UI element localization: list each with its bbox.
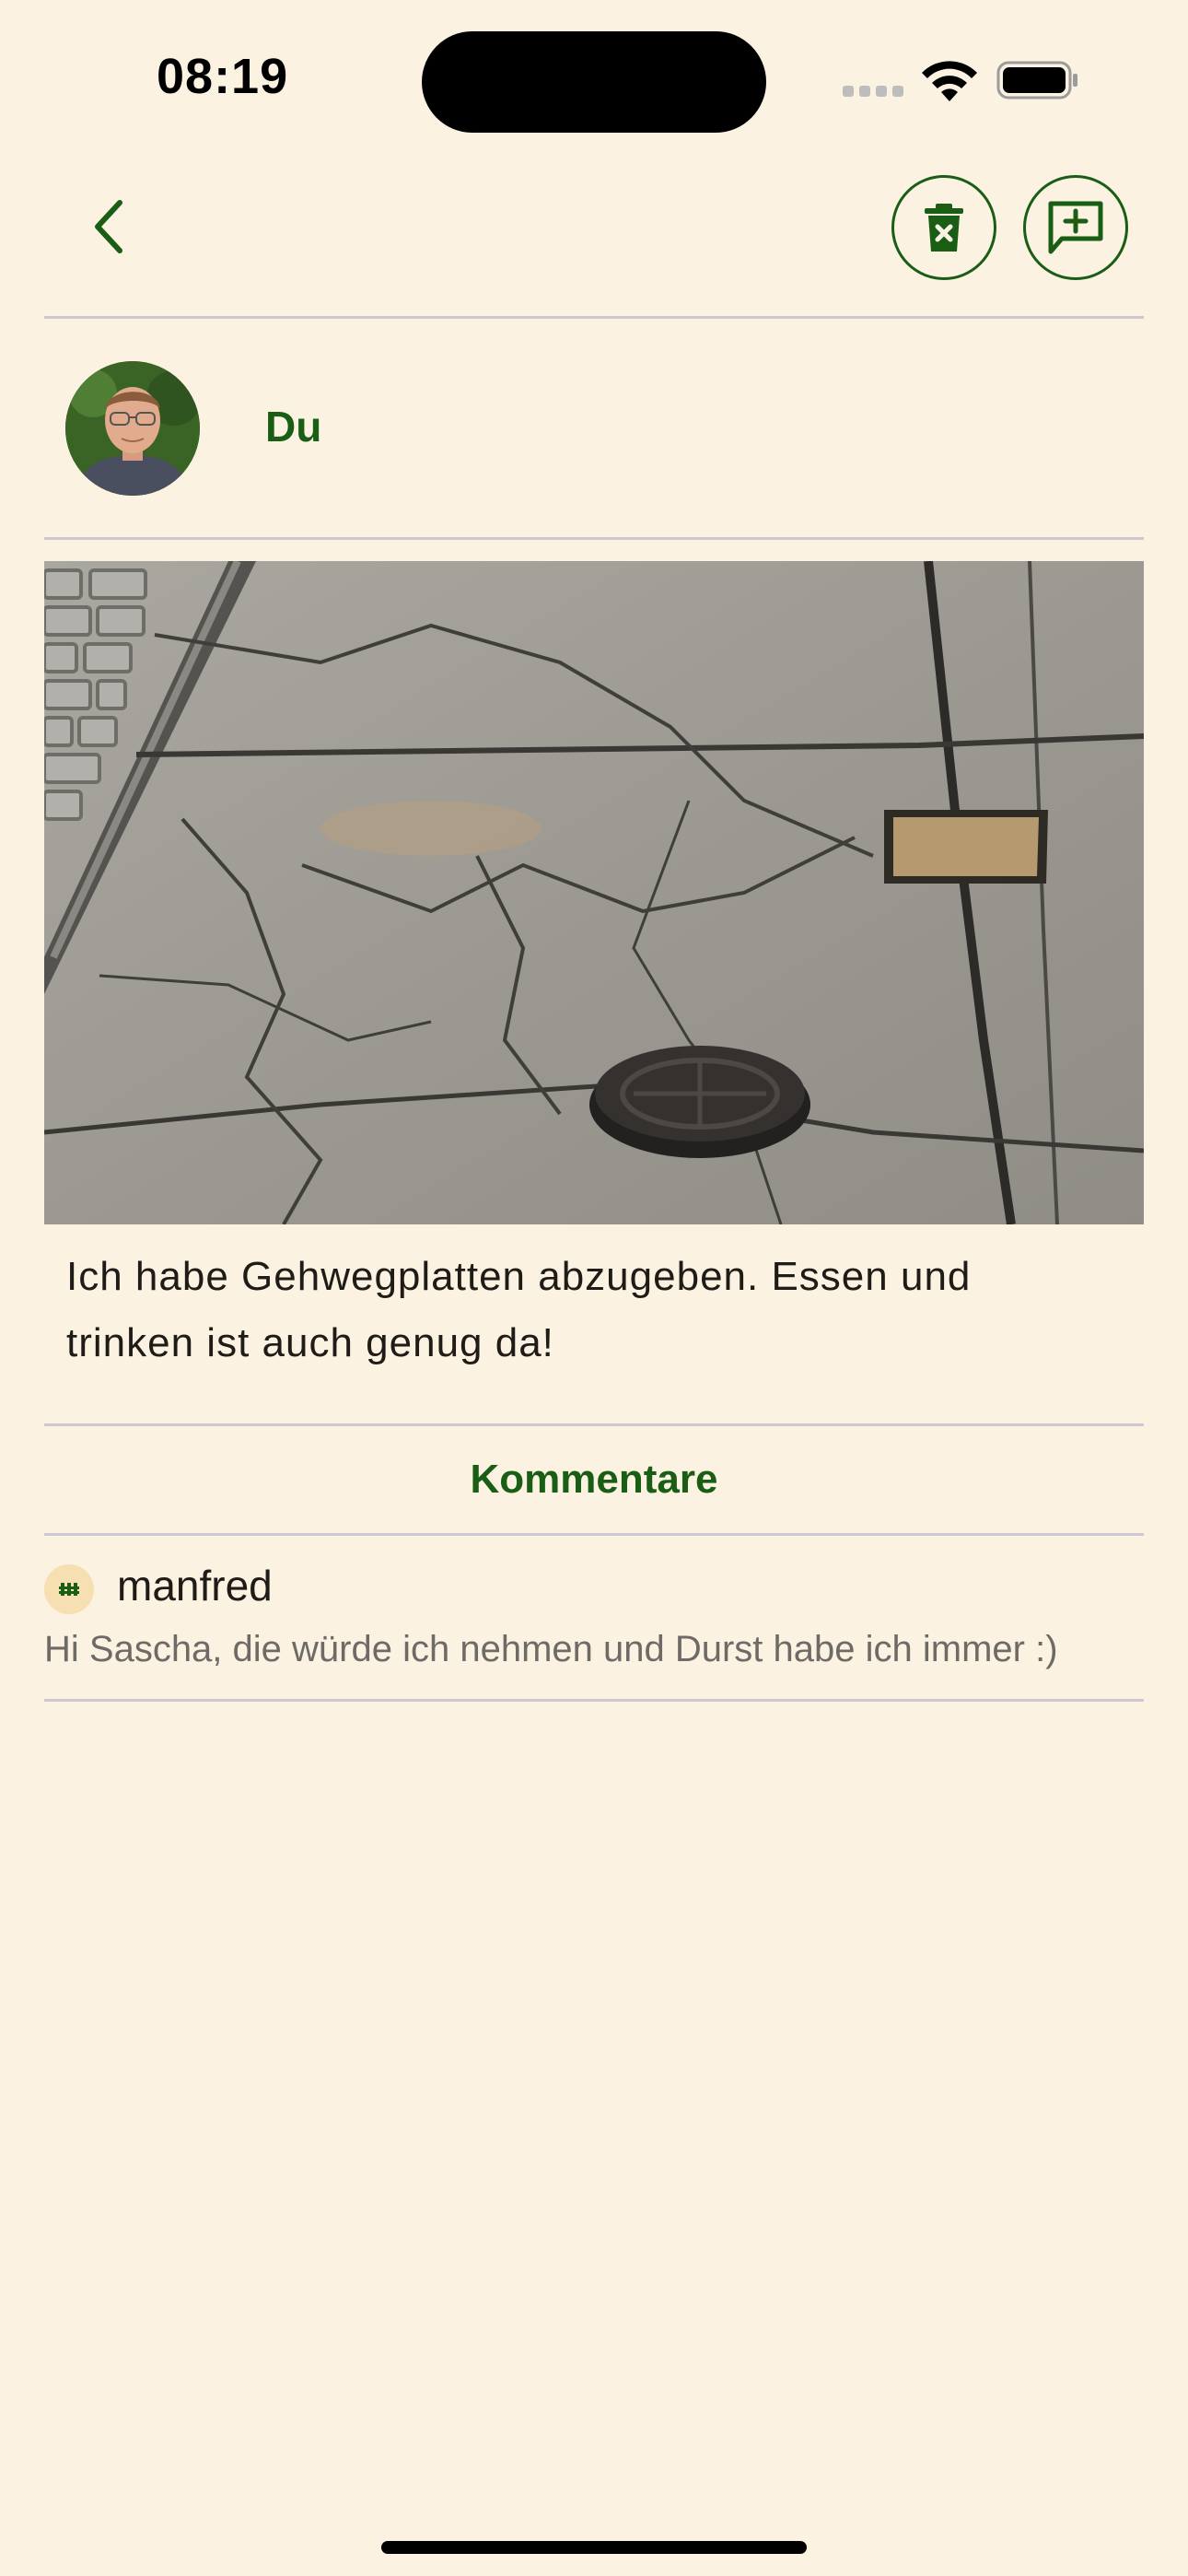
cellular-signal-icon	[843, 85, 909, 101]
commenter-avatar	[44, 1564, 94, 1614]
top-toolbar	[0, 157, 1188, 318]
post-image[interactable]	[44, 561, 1144, 1224]
add-comment-button[interactable]	[1023, 175, 1128, 280]
author-name[interactable]: Du	[265, 402, 321, 451]
delete-post-button[interactable]	[891, 175, 996, 280]
battery-icon	[996, 61, 1077, 100]
divider	[44, 537, 1144, 540]
comment-item: manfred Hi Sascha, die würde ich nehmen …	[44, 1537, 1144, 1699]
status-bar: 08:19	[0, 0, 1188, 157]
comments-heading: Kommentare	[470, 1457, 718, 1502]
divider	[44, 1533, 1144, 1536]
delete-icon	[925, 204, 963, 252]
chevron-left-icon	[95, 200, 122, 253]
dynamic-island	[422, 31, 766, 133]
avatar[interactable]	[65, 361, 200, 496]
sidewalk-photo	[44, 561, 1144, 1224]
comment-text: Hi Sascha, die würde ich nehmen und Durs…	[44, 1629, 1058, 1669]
post-text: Ich habe Gehwegplatten abzugeben. Essen …	[66, 1254, 972, 1365]
post-author-row: Du	[44, 321, 1144, 538]
wifi-icon	[922, 61, 977, 101]
home-indicator[interactable]	[381, 2541, 807, 2554]
divider	[44, 1699, 1144, 1702]
fence-icon	[59, 1583, 79, 1596]
divider	[44, 316, 1144, 319]
comment-author: manfred	[117, 1562, 273, 1610]
status-time: 08:19	[157, 49, 289, 104]
back-button[interactable]	[76, 192, 146, 262]
avatar-photo	[65, 361, 200, 496]
add-comment-icon	[1048, 201, 1103, 254]
